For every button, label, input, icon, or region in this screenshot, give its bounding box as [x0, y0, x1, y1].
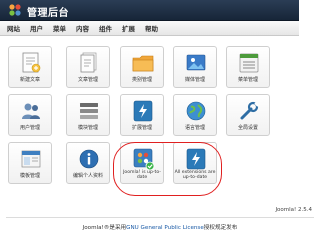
module-manager-icon [80, 103, 98, 119]
article-manager-icon [80, 52, 97, 73]
new-article-icon [22, 52, 41, 73]
tile-label: 全局设置 [237, 125, 258, 131]
tile-category-manager[interactable]: 类别管理 [120, 46, 164, 88]
tile-label: 用户管理 [19, 125, 40, 131]
tile-label: 模板管理 [19, 173, 40, 179]
footer-suffix: 授权规定发布 [203, 225, 238, 231]
tile-label: 媒体管理 [184, 77, 205, 83]
tile-add-article[interactable]: 新建文章 [8, 46, 52, 88]
menu-site[interactable]: 网站 [7, 23, 20, 33]
media-manager-icon [186, 54, 206, 71]
tile-label: 编辑个人资料 [72, 173, 103, 179]
main-menu-bar: 网站 用户 菜单 内容 组件 扩展 帮助 [0, 21, 299, 36]
tile-label: 扩展管理 [131, 125, 152, 131]
menu-extensions[interactable]: 扩展 [122, 23, 135, 33]
tile-label: 模块管理 [77, 125, 98, 131]
tile-edit-profile[interactable]: 编辑个人资料 [66, 142, 110, 184]
tile-label: 语言管理 [184, 125, 205, 131]
tile-user-manager[interactable]: 用户管理 [8, 94, 52, 136]
tile-extension-manager[interactable]: 扩展管理 [120, 94, 164, 136]
page-title: 管理后台 [27, 8, 69, 19]
gpl-license-link[interactable]: GNU General Public License [126, 225, 204, 231]
tile-label: 新建文章 [19, 77, 40, 83]
admin-header: 管理后台 [0, 0, 299, 21]
extension-manager-icon [133, 100, 153, 122]
template-manager-icon [21, 150, 41, 168]
menu-help[interactable]: 帮助 [145, 23, 158, 33]
info-icon [79, 149, 99, 169]
tile-label: 菜单管理 [237, 77, 258, 83]
tile-article-manager[interactable]: 文章管理 [66, 46, 110, 88]
menu-menus[interactable]: 菜单 [53, 23, 66, 33]
global-config-icon [240, 101, 259, 120]
tile-module-manager[interactable]: 模块管理 [66, 94, 110, 136]
tile-language-manager[interactable]: 语言管理 [173, 94, 217, 136]
footer-license: Joomla!®是采用GNU General Public License授权规… [0, 223, 320, 231]
version-label: Joomla! 2.5.4 [275, 207, 312, 213]
joomla-logo-icon[interactable] [8, 3, 22, 17]
tile-label: 文章管理 [77, 77, 98, 83]
menu-components[interactable]: 组件 [99, 23, 112, 33]
user-manager-icon [22, 103, 40, 119]
menu-content[interactable]: 内容 [76, 23, 89, 33]
menu-users[interactable]: 用户 [30, 23, 43, 33]
tile-menu-manager[interactable]: 菜单管理 [226, 46, 270, 88]
footer-prefix: Joomla!®是采用 [82, 225, 127, 231]
tile-media-manager[interactable]: 媒体管理 [173, 46, 217, 88]
category-folder-icon [132, 55, 154, 72]
tile-label: 类别管理 [131, 77, 152, 83]
highlight-annotation [113, 142, 222, 196]
tile-global-configuration[interactable]: 全局设置 [226, 94, 270, 136]
menu-manager-icon [239, 53, 259, 73]
footer-divider [6, 217, 314, 218]
language-globe-icon [186, 101, 206, 121]
tile-template-manager[interactable]: 模板管理 [8, 142, 52, 184]
